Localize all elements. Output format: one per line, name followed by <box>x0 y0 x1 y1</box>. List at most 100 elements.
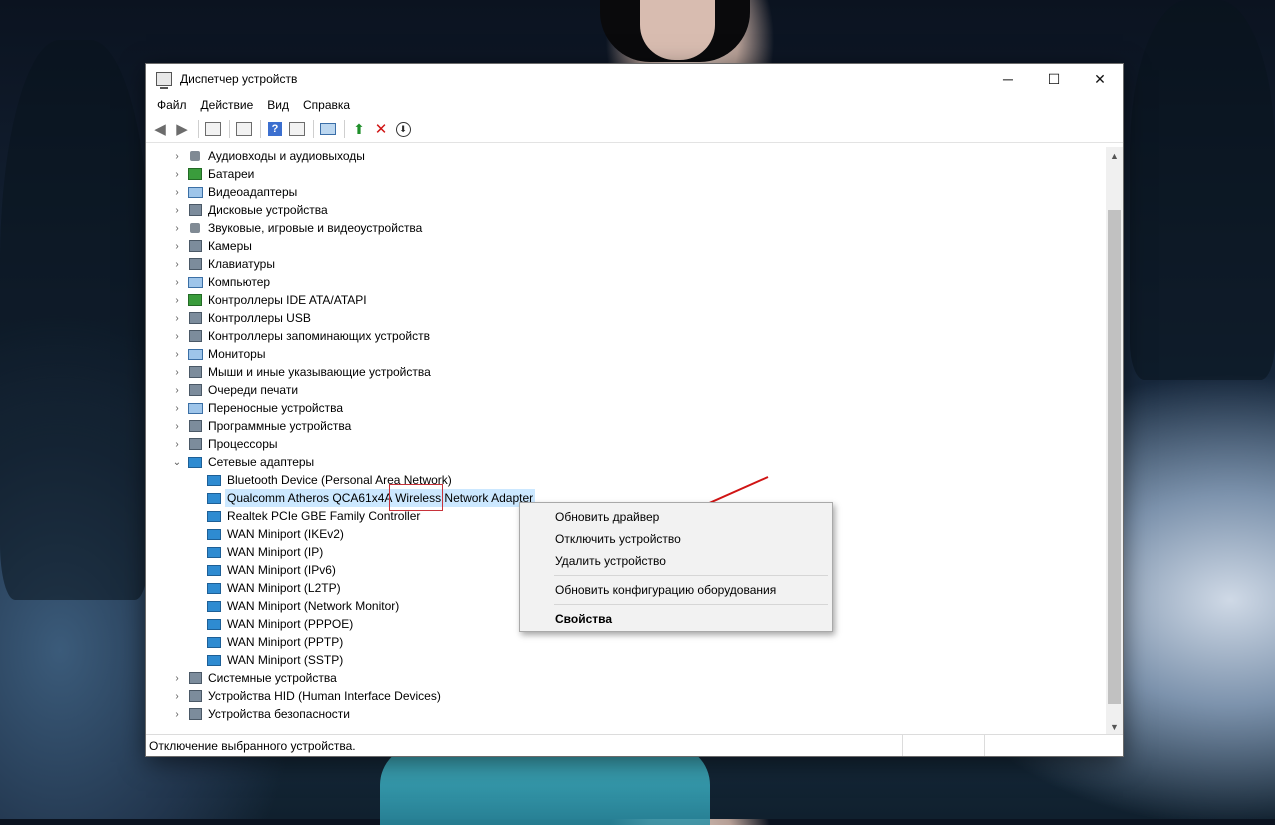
tree-category[interactable]: › Камеры <box>148 237 1105 255</box>
toolbar-separator <box>260 120 261 138</box>
tree-category[interactable]: › Устройства HID (Human Interface Devices… <box>148 687 1105 705</box>
tree-category[interactable]: › Звуковые, игровые и видеоустройства <box>148 219 1105 237</box>
chevron-right-icon[interactable]: › <box>172 169 182 180</box>
chevron-down-icon[interactable]: ⌄ <box>172 457 182 468</box>
title-bar[interactable]: Диспетчер устройств ─ ☐ ✕ <box>146 64 1123 94</box>
scroll-up-icon[interactable]: ▲ <box>1106 147 1123 164</box>
scroll-thumb[interactable] <box>1108 210 1121 704</box>
tree-category[interactable]: › Очереди печати <box>148 381 1105 399</box>
tree-category[interactable]: › Батареи <box>148 165 1105 183</box>
chevron-right-icon[interactable]: › <box>172 421 182 432</box>
tree-category-label: Устройства HID (Human Interface Devices) <box>208 689 441 703</box>
background-tree <box>0 40 150 600</box>
device-category-icon <box>187 293 203 307</box>
tree-item-label: WAN Miniport (IP) <box>227 545 324 559</box>
tree-item-label: WAN Miniport (Network Monitor) <box>227 599 400 613</box>
device-category-icon <box>187 329 203 343</box>
device-tree: › Аудиовходы и аудиовыходы › Батареи › Видеоа… <box>148 147 1105 735</box>
chevron-right-icon[interactable]: › <box>172 709 182 720</box>
tree-category[interactable]: › Устройства безопасности <box>148 705 1105 723</box>
download-icon[interactable]: ⬇ <box>393 119 413 139</box>
scroll-down-icon[interactable]: ▼ <box>1106 718 1123 735</box>
tree-category[interactable]: › Аудиовходы и аудиовыходы <box>148 147 1105 165</box>
tree-item[interactable]: WAN Miniport (SSTP) <box>148 651 1105 669</box>
device-category-icon <box>187 383 203 397</box>
tree-category-label: Контроллеры запоминающих устройств <box>208 329 430 343</box>
chevron-right-icon[interactable]: › <box>172 241 182 252</box>
tree-item-label: WAN Miniport (PPTP) <box>227 635 344 649</box>
tree-category[interactable]: › Клавиатуры <box>148 255 1105 273</box>
tree-category-label: Звуковые, игровые и видеоустройства <box>208 221 423 235</box>
help-icon[interactable]: ? <box>265 119 285 139</box>
network-adapter-icon <box>206 527 222 541</box>
delete-icon[interactable]: ✕ <box>371 119 391 139</box>
menu-item-properties[interactable]: Свойства <box>555 611 612 627</box>
tree-category[interactable]: › Мыши и иные указывающие устройства <box>148 363 1105 381</box>
menu-action[interactable]: Действие <box>194 94 261 116</box>
tree-category-label: Контроллеры USB <box>208 311 311 325</box>
menu-item-disable-device[interactable]: Отключить устройство <box>555 531 681 547</box>
chevron-right-icon[interactable]: › <box>172 259 182 270</box>
close-button[interactable]: ✕ <box>1077 64 1123 94</box>
maximize-button[interactable]: ☐ <box>1031 64 1077 94</box>
tree-category-label: Программные устройства <box>208 419 352 433</box>
tree-category[interactable]: › Программные устройства <box>148 417 1105 435</box>
tree-category-network-adapters[interactable]: ⌄ Сетевые адаптеры <box>148 453 1105 471</box>
status-cell <box>902 735 903 756</box>
device-category-icon <box>187 149 203 163</box>
chevron-right-icon[interactable]: › <box>172 367 182 378</box>
device-category-icon <box>187 239 203 253</box>
chevron-right-icon[interactable]: › <box>172 673 182 684</box>
menu-item-uninstall-device[interactable]: Удалить устройство <box>555 553 666 569</box>
tree-category[interactable]: › Контроллеры IDE ATA/ATAPI <box>148 291 1105 309</box>
device-category-icon <box>187 437 203 451</box>
vertical-scrollbar[interactable]: ▲ ▼ <box>1106 147 1123 735</box>
chevron-right-icon[interactable]: › <box>172 439 182 450</box>
back-arrow-icon[interactable]: ◀ <box>150 119 170 139</box>
minimize-button[interactable]: ─ <box>985 64 1031 94</box>
tree-category[interactable]: › Системные устройства <box>148 669 1105 687</box>
tree-category[interactable]: › Переносные устройства <box>148 399 1105 417</box>
menu-file[interactable]: Файл <box>150 94 194 116</box>
chevron-right-icon[interactable]: › <box>172 205 182 216</box>
scroll-track[interactable] <box>1106 164 1123 718</box>
menu-view[interactable]: Вид <box>260 94 296 116</box>
device-category-icon <box>187 275 203 289</box>
driver-icon[interactable] <box>234 119 254 139</box>
background-tree <box>1130 0 1275 380</box>
menu-item-scan-hardware[interactable]: Обновить конфигурацию оборудования <box>555 582 776 598</box>
tree-category[interactable]: › Видеоадаптеры <box>148 183 1105 201</box>
chevron-right-icon[interactable]: › <box>172 277 182 288</box>
tree-category-label: Системные устройства <box>208 671 337 685</box>
tree-category[interactable]: › Мониторы <box>148 345 1105 363</box>
tree-category[interactable]: › Контроллеры запоминающих устройств <box>148 327 1105 345</box>
properties-icon[interactable] <box>203 119 223 139</box>
chevron-right-icon[interactable]: › <box>172 691 182 702</box>
view-icon[interactable] <box>287 119 307 139</box>
chevron-right-icon[interactable]: › <box>172 187 182 198</box>
tree-item-label: WAN Miniport (PPPOE) <box>227 617 354 631</box>
tree-item[interactable]: Bluetooth Device (Personal Area Network) <box>148 471 1105 489</box>
toolbar-separator <box>313 120 314 138</box>
chevron-right-icon[interactable]: › <box>172 331 182 342</box>
chevron-right-icon[interactable]: › <box>172 295 182 306</box>
tree-item[interactable]: WAN Miniport (PPTP) <box>148 633 1105 651</box>
chevron-right-icon[interactable]: › <box>172 385 182 396</box>
monitor-icon[interactable] <box>318 119 338 139</box>
network-adapter-icon <box>206 491 222 505</box>
menu-item-update-driver[interactable]: Обновить драйвер <box>555 509 659 525</box>
device-manager-window: Диспетчер устройств ─ ☐ ✕ Файл Действие … <box>146 64 1123 756</box>
tree-category[interactable]: › Процессоры <box>148 435 1105 453</box>
chevron-right-icon[interactable]: › <box>172 349 182 360</box>
chevron-right-icon[interactable]: › <box>172 151 182 162</box>
menu-help[interactable]: Справка <box>296 94 357 116</box>
chevron-right-icon[interactable]: › <box>172 403 182 414</box>
update-driver-icon[interactable]: ⬆ <box>349 119 369 139</box>
forward-arrow-icon[interactable]: ▶ <box>172 119 192 139</box>
chevron-right-icon[interactable]: › <box>172 223 182 234</box>
tree-category[interactable]: › Компьютер <box>148 273 1105 291</box>
chevron-right-icon[interactable]: › <box>172 313 182 324</box>
tree-category[interactable]: › Контроллеры USB <box>148 309 1105 327</box>
tree-category-label: Аудиовходы и аудиовыходы <box>208 149 365 163</box>
tree-category[interactable]: › Дисковые устройства <box>148 201 1105 219</box>
